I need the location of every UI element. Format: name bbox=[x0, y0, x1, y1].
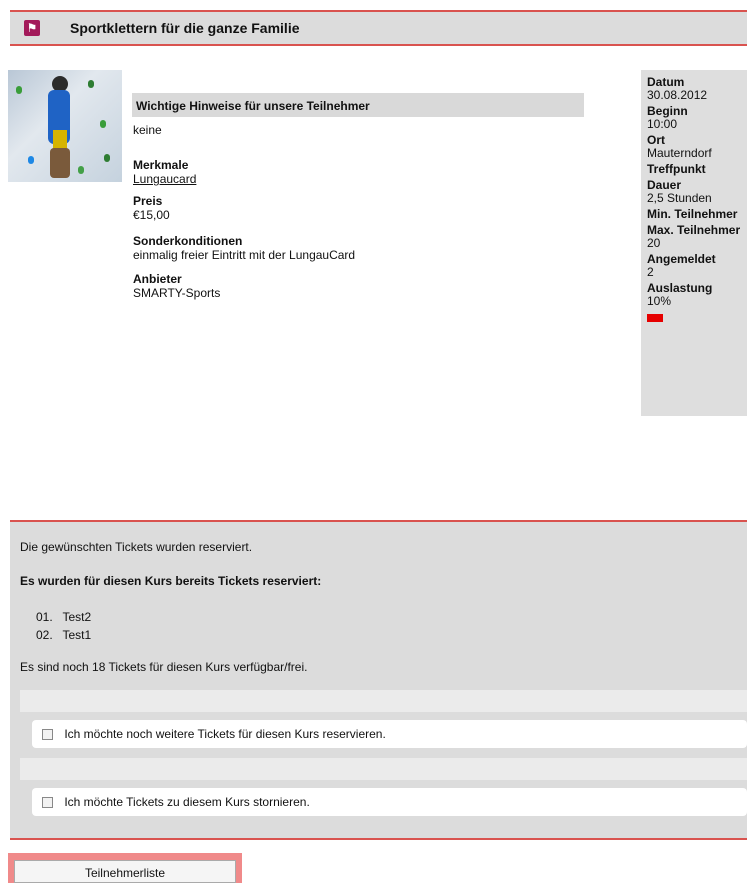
list-item-name: Test1 bbox=[62, 628, 92, 642]
provider-value: SMARTY-Sports bbox=[133, 286, 221, 300]
utilization-indicator bbox=[647, 314, 663, 322]
climbing-hold bbox=[78, 166, 84, 174]
cancel-tickets-checkbox[interactable] bbox=[42, 797, 53, 808]
climbing-hold bbox=[88, 80, 94, 88]
max-participants-value: 20 bbox=[647, 236, 661, 250]
climber-harness bbox=[53, 130, 67, 150]
features-label: Merkmale bbox=[133, 158, 189, 172]
notes-value: keine bbox=[133, 123, 162, 137]
provider-section: Anbieter SMARTY-Sports bbox=[133, 272, 220, 300]
registered-label: Angemeldet bbox=[647, 252, 716, 266]
list-item: 01. Test2 bbox=[36, 610, 91, 624]
section-divider bbox=[20, 690, 747, 712]
max-participants-label: Max. Teilnehmer bbox=[647, 223, 741, 237]
page-title: Sportklettern für die ganze Familie bbox=[70, 20, 300, 36]
climbing-hold bbox=[104, 154, 110, 162]
conditions-section: Sonderkonditionen einmalig freier Eintri… bbox=[133, 234, 355, 262]
page-header: ⚑ Sportklettern für die ganze Familie bbox=[10, 10, 747, 46]
list-item-number: 02. bbox=[36, 628, 53, 642]
list-item-name: Test2 bbox=[62, 610, 92, 624]
provider-label: Anbieter bbox=[133, 272, 182, 286]
start-value: 10:00 bbox=[647, 117, 678, 131]
available-tickets-text: Es sind noch 18 Tickets für diesen Kurs … bbox=[20, 660, 308, 674]
course-photo bbox=[8, 70, 122, 182]
notes-heading: Wichtige Hinweise für unsere Teilnehmer bbox=[132, 93, 584, 117]
utilization-value: 10% bbox=[647, 294, 672, 308]
reserved-heading: Es wurden für diesen Kurs bereits Ticket… bbox=[20, 574, 322, 588]
participant-list-button[interactable]: Teilnehmerliste bbox=[14, 860, 236, 883]
reserve-more-row[interactable]: Ich möchte noch weitere Tickets für dies… bbox=[32, 720, 747, 748]
reserve-more-label[interactable]: Ich möchte noch weitere Tickets für dies… bbox=[64, 727, 385, 741]
reservation-message: Die gewünschten Tickets wurden reservier… bbox=[20, 540, 253, 554]
conditions-value: einmalig freier Eintritt mit der LungauC… bbox=[133, 248, 356, 262]
conditions-label: Sonderkonditionen bbox=[133, 234, 243, 248]
features-section: Merkmale Lungaucard bbox=[133, 158, 196, 186]
registered-value: 2 bbox=[647, 265, 654, 279]
list-item-number: 01. bbox=[36, 610, 53, 624]
climber-legs bbox=[50, 148, 70, 178]
price-label: Preis bbox=[133, 194, 163, 208]
lungaucard-link[interactable]: Lungaucard bbox=[133, 172, 196, 186]
date-value: 30.08.2012 bbox=[647, 88, 708, 102]
price-value: €15,00 bbox=[133, 208, 170, 222]
reserve-more-checkbox[interactable] bbox=[42, 729, 53, 740]
participant-list-highlight: Teilnehmerliste bbox=[8, 853, 242, 883]
list-item: 02. Test1 bbox=[36, 628, 91, 642]
min-participants-label: Min. Teilnehmer bbox=[647, 207, 738, 221]
duration-value: 2,5 Stunden bbox=[647, 191, 712, 205]
meeting-label: Treffpunkt bbox=[647, 162, 706, 176]
climbing-hold bbox=[16, 86, 22, 94]
section-divider bbox=[20, 758, 747, 780]
reservation-panel: Die gewünschten Tickets wurden reservier… bbox=[10, 520, 747, 840]
cancel-tickets-row[interactable]: Ich möchte Tickets zu diesem Kurs storni… bbox=[32, 788, 747, 816]
climbing-hold bbox=[100, 120, 106, 128]
cancel-tickets-label[interactable]: Ich möchte Tickets zu diesem Kurs storni… bbox=[64, 795, 309, 809]
climbing-hold bbox=[28, 156, 34, 164]
course-sidebar: Datum 30.08.2012 Beginn 10:00 Ort Mauter… bbox=[641, 70, 747, 416]
place-value: Mauterndorf bbox=[647, 146, 712, 160]
price-section: Preis €15,00 bbox=[133, 194, 170, 222]
climbing-icon: ⚑ bbox=[24, 20, 40, 36]
